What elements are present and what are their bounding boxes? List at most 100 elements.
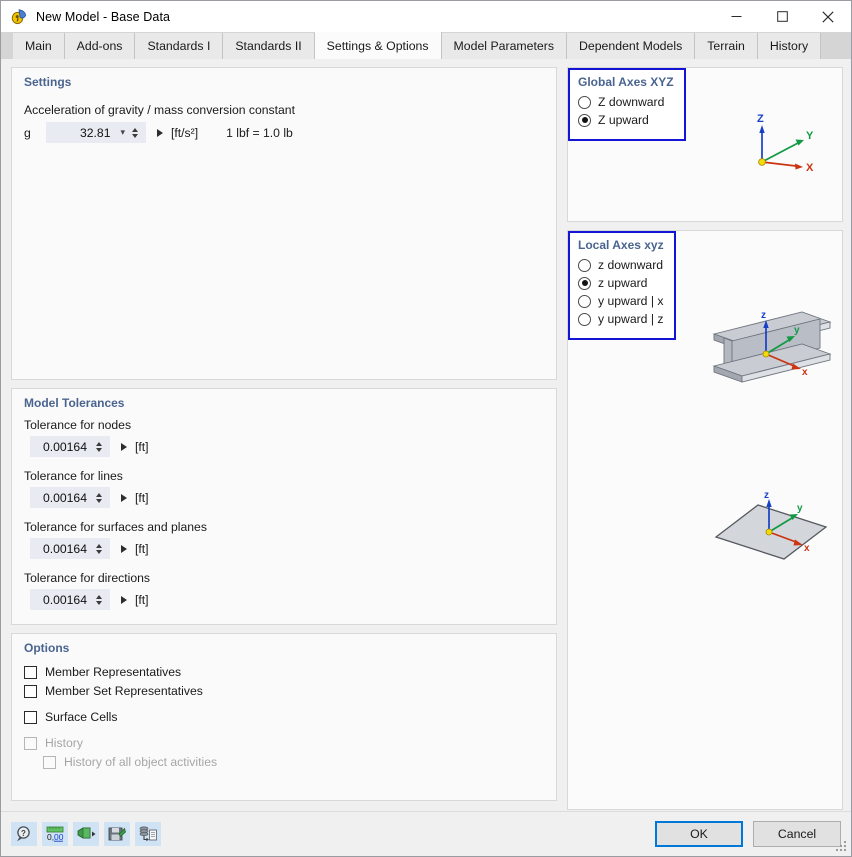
radio-icon[interactable]: [578, 113, 591, 127]
dialog-content: Settings Acceleration of gravity / mass …: [1, 59, 851, 811]
tolerance-directions-block: Tolerance for directions 0.00164 [ft]: [24, 571, 544, 610]
tab-model-parameters[interactable]: Model Parameters: [441, 33, 567, 59]
checkbox-icon[interactable]: [24, 684, 37, 698]
option-member-set-representatives[interactable]: Member Set Representatives: [24, 684, 544, 698]
gravity-input[interactable]: 32.81 ▾: [46, 122, 146, 143]
tab-terrain[interactable]: Terrain: [695, 33, 758, 59]
tolerance-surfaces-input[interactable]: 0.00164: [30, 538, 110, 559]
tab-standards-ii[interactable]: Standards II: [223, 33, 315, 59]
radio-icon[interactable]: [578, 95, 591, 109]
tolerance-directions-apply-arrow-icon[interactable]: [121, 595, 127, 604]
tolerance-surfaces-stepper[interactable]: [93, 543, 105, 554]
tolerance-directions-stepper[interactable]: [93, 594, 105, 605]
tab-standards-i[interactable]: Standards I: [135, 33, 224, 59]
option-surface-cells[interactable]: Surface Cells: [24, 710, 544, 724]
stepper-up-icon[interactable]: [132, 127, 138, 132]
tolerance-nodes-input[interactable]: 0.00164: [30, 436, 110, 457]
tolerance-lines-stepper[interactable]: [93, 492, 105, 503]
units-button[interactable]: 0, 00: [42, 822, 68, 846]
radio-local-z-downward[interactable]: z downward: [578, 258, 664, 272]
tolerance-lines-row: 0.00164 [ft]: [24, 487, 544, 508]
radio-icon[interactable]: [578, 312, 591, 326]
stepper-down-icon[interactable]: [96, 498, 102, 503]
save-settings-button[interactable]: [104, 822, 130, 846]
tab-add-ons[interactable]: Add-ons: [64, 33, 136, 59]
options-panel: Options Member Representatives Member Se…: [11, 633, 557, 801]
tolerance-nodes-stepper[interactable]: [93, 441, 105, 452]
stepper-up-icon[interactable]: [96, 492, 102, 497]
tolerance-directions-unit: [ft]: [135, 592, 149, 607]
tolerance-nodes-label: Tolerance for nodes: [24, 418, 132, 432]
tolerance-surfaces-apply-arrow-icon[interactable]: [121, 544, 127, 553]
gravity-stepper[interactable]: [129, 127, 141, 138]
chevron-down-icon[interactable]: ▾: [116, 128, 129, 137]
radio-local-y-upward-x[interactable]: y upward | x: [578, 294, 664, 308]
tolerance-directions-value: 0.00164: [42, 592, 87, 607]
tolerance-lines-apply-arrow-icon[interactable]: [121, 493, 127, 502]
tab-history[interactable]: History: [757, 33, 822, 59]
svg-text:z: z: [761, 310, 766, 321]
tab-dependent-models[interactable]: Dependent Models: [567, 33, 696, 59]
local-axes-title: Local Axes xyz: [578, 238, 664, 252]
dialog-footer: ? 0, 00 OK Cancel: [1, 811, 851, 856]
tolerances-panel-title: Model Tolerances: [24, 396, 125, 410]
global-axes-group: Global Axes XYZ Z downward Z upward: [568, 68, 686, 141]
help-search-button[interactable]: ?: [11, 822, 37, 846]
close-button[interactable]: [805, 1, 851, 32]
import-settings-icon: [77, 827, 96, 839]
mass-conversion-note: 1 lbf = 1.0 lb: [226, 125, 293, 140]
ok-button[interactable]: OK: [655, 821, 743, 847]
gravity-value: 32.81: [79, 125, 111, 140]
tolerance-directions-input[interactable]: 0.00164: [30, 589, 110, 610]
import-settings-button[interactable]: [73, 822, 99, 846]
tolerance-nodes-value: 0.00164: [42, 439, 87, 454]
help-search-icon: ?: [17, 826, 30, 842]
stepper-down-icon[interactable]: [96, 549, 102, 554]
tolerance-lines-input[interactable]: 0.00164: [30, 487, 110, 508]
local-axes-panel: Local Axes xyz z downward z upward y upw…: [567, 230, 843, 810]
tolerance-lines-value: 0.00164: [42, 490, 87, 505]
svg-text:x: x: [804, 543, 810, 554]
minimize-button[interactable]: [713, 1, 759, 32]
global-axes-panel: Global Axes XYZ Z downward Z upward Z Y …: [567, 67, 843, 222]
stepper-down-icon[interactable]: [96, 447, 102, 452]
tab-settings-and-options[interactable]: Settings & Options: [314, 32, 442, 59]
copy-to-clipboard-button[interactable]: [135, 822, 161, 846]
stepper-up-icon[interactable]: [96, 543, 102, 548]
tolerance-surfaces-value: 0.00164: [42, 541, 87, 556]
option-label: Member Set Representatives: [45, 684, 203, 698]
gravity-caption: Acceleration of gravity / mass conversio…: [24, 103, 295, 117]
radio-icon[interactable]: [578, 276, 591, 290]
svg-text:y: y: [794, 325, 800, 336]
right-column: Global Axes XYZ Z downward Z upward Z Y …: [567, 67, 843, 811]
surface-local-axes-graphic: z y x: [706, 489, 836, 572]
checkbox-icon[interactable]: [24, 665, 37, 679]
radio-label: z upward: [598, 276, 648, 290]
radio-global-z-upward[interactable]: Z upward: [578, 113, 674, 127]
checkbox-icon: [43, 755, 56, 769]
radio-label: y upward | x: [598, 294, 664, 308]
gravity-symbol-label: g: [24, 125, 31, 140]
radio-icon[interactable]: [578, 294, 591, 308]
radio-icon[interactable]: [578, 258, 591, 272]
stepper-down-icon[interactable]: [132, 133, 138, 138]
radio-local-z-upward[interactable]: z upward: [578, 276, 664, 290]
checkbox-icon: [24, 736, 37, 750]
maximize-button[interactable]: [759, 1, 805, 32]
stepper-down-icon[interactable]: [96, 600, 102, 605]
stepper-up-icon[interactable]: [96, 441, 102, 446]
checkbox-icon[interactable]: [24, 710, 37, 724]
tab-main[interactable]: Main: [13, 33, 65, 59]
radio-global-z-downward[interactable]: Z downward: [578, 95, 674, 109]
tolerance-nodes-unit: [ft]: [135, 439, 149, 454]
option-history-all-object-activities: History of all object activities: [24, 755, 544, 769]
svg-text:X: X: [806, 162, 814, 174]
gravity-apply-arrow-icon[interactable]: [157, 128, 163, 137]
tolerance-nodes-apply-arrow-icon[interactable]: [121, 442, 127, 451]
cancel-button[interactable]: Cancel: [753, 821, 841, 847]
resize-grip[interactable]: [836, 841, 848, 853]
units-ruler-icon: 0, 00: [46, 826, 64, 842]
option-member-representatives[interactable]: Member Representatives: [24, 665, 544, 679]
radio-local-y-upward-z[interactable]: y upward | z: [578, 312, 664, 326]
stepper-up-icon[interactable]: [96, 594, 102, 599]
